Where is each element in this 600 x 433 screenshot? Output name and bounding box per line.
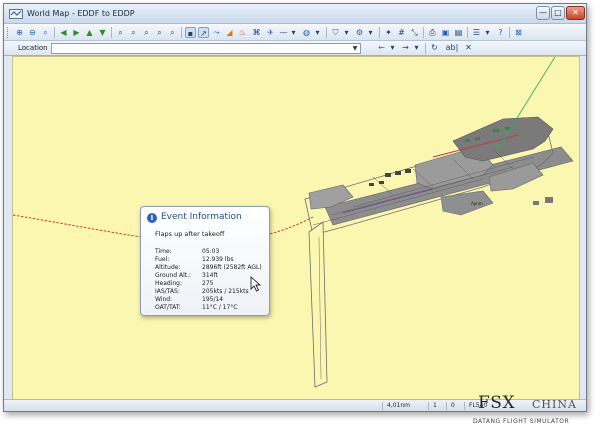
- fuel-area: [533, 197, 553, 205]
- search-icon[interactable]: ⌕: [115, 27, 126, 38]
- popup-row-time: Time: 05:03: [155, 248, 220, 255]
- popup-row-altitude: Altitude: 2896ft (2582ft AGL): [155, 264, 262, 271]
- mouse-cursor-icon: [250, 276, 262, 292]
- export-icon[interactable]: ▤: [453, 27, 464, 38]
- popup-row-wind: Wind: 195/14: [155, 296, 224, 303]
- watermark-logo: FSX: [478, 393, 516, 413]
- map-view[interactable]: Apron Flaps up: [12, 56, 580, 401]
- status-count-a: 1: [428, 402, 446, 410]
- nav-back-icon[interactable]: ◀: [58, 27, 69, 38]
- toolbar-separator: [111, 27, 112, 38]
- watermark-subtitle: DATANG FLIGHT SIMULATOR: [473, 418, 570, 425]
- select-icon[interactable]: ▪: [185, 27, 196, 38]
- popup-row-temperature: OAT/TAT: 11°C / 17°C: [155, 304, 238, 311]
- popup-row-speed: IAS/TAS: 205kts / 215kts: [155, 288, 249, 295]
- airspace-icon[interactable]: ◢: [224, 27, 235, 38]
- apron-label: Apron: [471, 201, 483, 206]
- popup-row-ground-alt: Ground Alt.: 314ft: [155, 272, 218, 279]
- nav-up-icon[interactable]: ▲: [84, 27, 95, 38]
- title-bar[interactable]: World Map - EDDF to EDDP — □ ✕: [4, 4, 586, 24]
- search-route-icon[interactable]: ⌕: [167, 27, 178, 38]
- zoom-out-icon[interactable]: ⊖: [27, 27, 38, 38]
- help-icon[interactable]: ?: [495, 27, 506, 38]
- apron-south: [440, 190, 494, 216]
- world-map-window: World Map - EDDF to EDDP — □ ✕ ⊕ ⊖ ⌕ ◀ ▶…: [3, 3, 587, 412]
- fsx-china-watermark: FSX CHINA DATANG FLIGHT SIMULATOR: [459, 393, 585, 430]
- save-icon[interactable]: ▣: [440, 27, 451, 38]
- toolbar-separator: [379, 27, 380, 38]
- location-input[interactable]: [53, 44, 349, 53]
- refresh-icon[interactable]: ↻: [429, 42, 440, 53]
- search-navaid-icon[interactable]: ⌕: [141, 27, 152, 38]
- toolbar-grip[interactable]: [7, 27, 10, 38]
- toolbar-separator: [54, 27, 55, 38]
- zoom-fit-icon[interactable]: ⌕: [40, 27, 51, 38]
- toolbar-separator: [467, 27, 468, 38]
- chevron-down-icon[interactable]: ▼: [350, 44, 360, 53]
- measure-icon[interactable]: ↗: [198, 27, 209, 38]
- toolbar-separator: [423, 27, 424, 38]
- runway-stub-south: [308, 221, 328, 388]
- options-icon[interactable]: ☰: [471, 27, 482, 38]
- popup-subtitle: Flaps up after takeoff: [155, 230, 225, 238]
- route-icon[interactable]: ⤳: [211, 27, 222, 38]
- exit-icon[interactable]: ⊠: [513, 27, 524, 38]
- event-info-popup: i Event Information Flaps up after takeo…: [140, 206, 270, 316]
- airport-diagram: Apron: [304, 57, 574, 388]
- print-icon[interactable]: ⎙: [427, 27, 438, 38]
- globe-icon[interactable]: ◍: [301, 27, 312, 38]
- location-combobox[interactable]: ▼: [51, 43, 361, 54]
- toolbar-separator: [509, 27, 510, 38]
- popup-row-heading: Heading: 275: [155, 280, 214, 287]
- toolbar-separator: [326, 27, 327, 38]
- map-canvas[interactable]: Apron Flaps up: [13, 57, 580, 401]
- filter-dropdown-icon[interactable]: ▾: [341, 27, 352, 38]
- weather-icon[interactable]: ♨: [237, 27, 248, 38]
- location-bar: Location ▼ ← ▾ → ▾ ↻ ab| ✕: [4, 41, 586, 56]
- toolbar-separator: [425, 43, 426, 54]
- search-airport-icon[interactable]: ⌕: [128, 27, 139, 38]
- settings-icon[interactable]: ⚙: [354, 27, 365, 38]
- globe-dropdown-icon[interactable]: ▾: [312, 27, 323, 38]
- options-dropdown-icon[interactable]: ▾: [482, 27, 493, 38]
- watermark-china: CHINA: [532, 398, 577, 411]
- status-distance: 4,01nm: [382, 402, 428, 410]
- search-fix-icon[interactable]: ⌕: [154, 27, 165, 38]
- world-map-app-icon: [9, 9, 23, 19]
- maximize-button[interactable]: □: [551, 6, 565, 20]
- location-back-dropdown-icon[interactable]: ▾: [387, 42, 398, 53]
- line-style-dropdown-icon[interactable]: ▾: [288, 27, 299, 38]
- location-forward-icon[interactable]: →: [400, 42, 411, 53]
- popup-title: Event Information: [161, 212, 242, 222]
- satellite-icon[interactable]: ✦: [383, 27, 394, 38]
- filter-icon[interactable]: ⛉: [330, 27, 341, 38]
- location-back-icon[interactable]: ←: [376, 42, 387, 53]
- layers-icon[interactable]: ⌘: [251, 27, 262, 38]
- nav-down-icon[interactable]: ▼: [97, 27, 108, 38]
- window-title: World Map - EDDF to EDDP: [27, 9, 135, 18]
- zoom-in-icon[interactable]: ⊕: [14, 27, 25, 38]
- location-forward-dropdown-icon[interactable]: ▾: [411, 42, 422, 53]
- minimize-button[interactable]: —: [536, 6, 550, 20]
- stand-cluster: [369, 169, 411, 186]
- grid-icon[interactable]: #: [396, 27, 407, 38]
- main-toolbar: ⊕ ⊖ ⌕ ◀ ▶ ▲ ▼ ⌕ ⌕ ⌕ ⌕ ⌕ ▪ ↗ ⤳ ◢ ♨ ⌘ ✈ — …: [4, 24, 586, 41]
- toolbar-separator: [181, 27, 182, 38]
- pin-icon[interactable]: ⤡: [409, 27, 420, 38]
- clear-location-icon[interactable]: ✕: [463, 42, 474, 53]
- location-label: Location: [18, 44, 48, 52]
- info-icon: i: [147, 213, 157, 223]
- settings-dropdown-icon[interactable]: ▾: [365, 27, 376, 38]
- popup-row-fuel: Fuel: 12.939 lbs: [155, 256, 234, 263]
- rename-icon[interactable]: ab|: [444, 42, 460, 53]
- waypoint-icon[interactable]: ✈: [265, 27, 276, 38]
- close-button[interactable]: ✕: [566, 6, 585, 20]
- nav-forward-icon[interactable]: ▶: [71, 27, 82, 38]
